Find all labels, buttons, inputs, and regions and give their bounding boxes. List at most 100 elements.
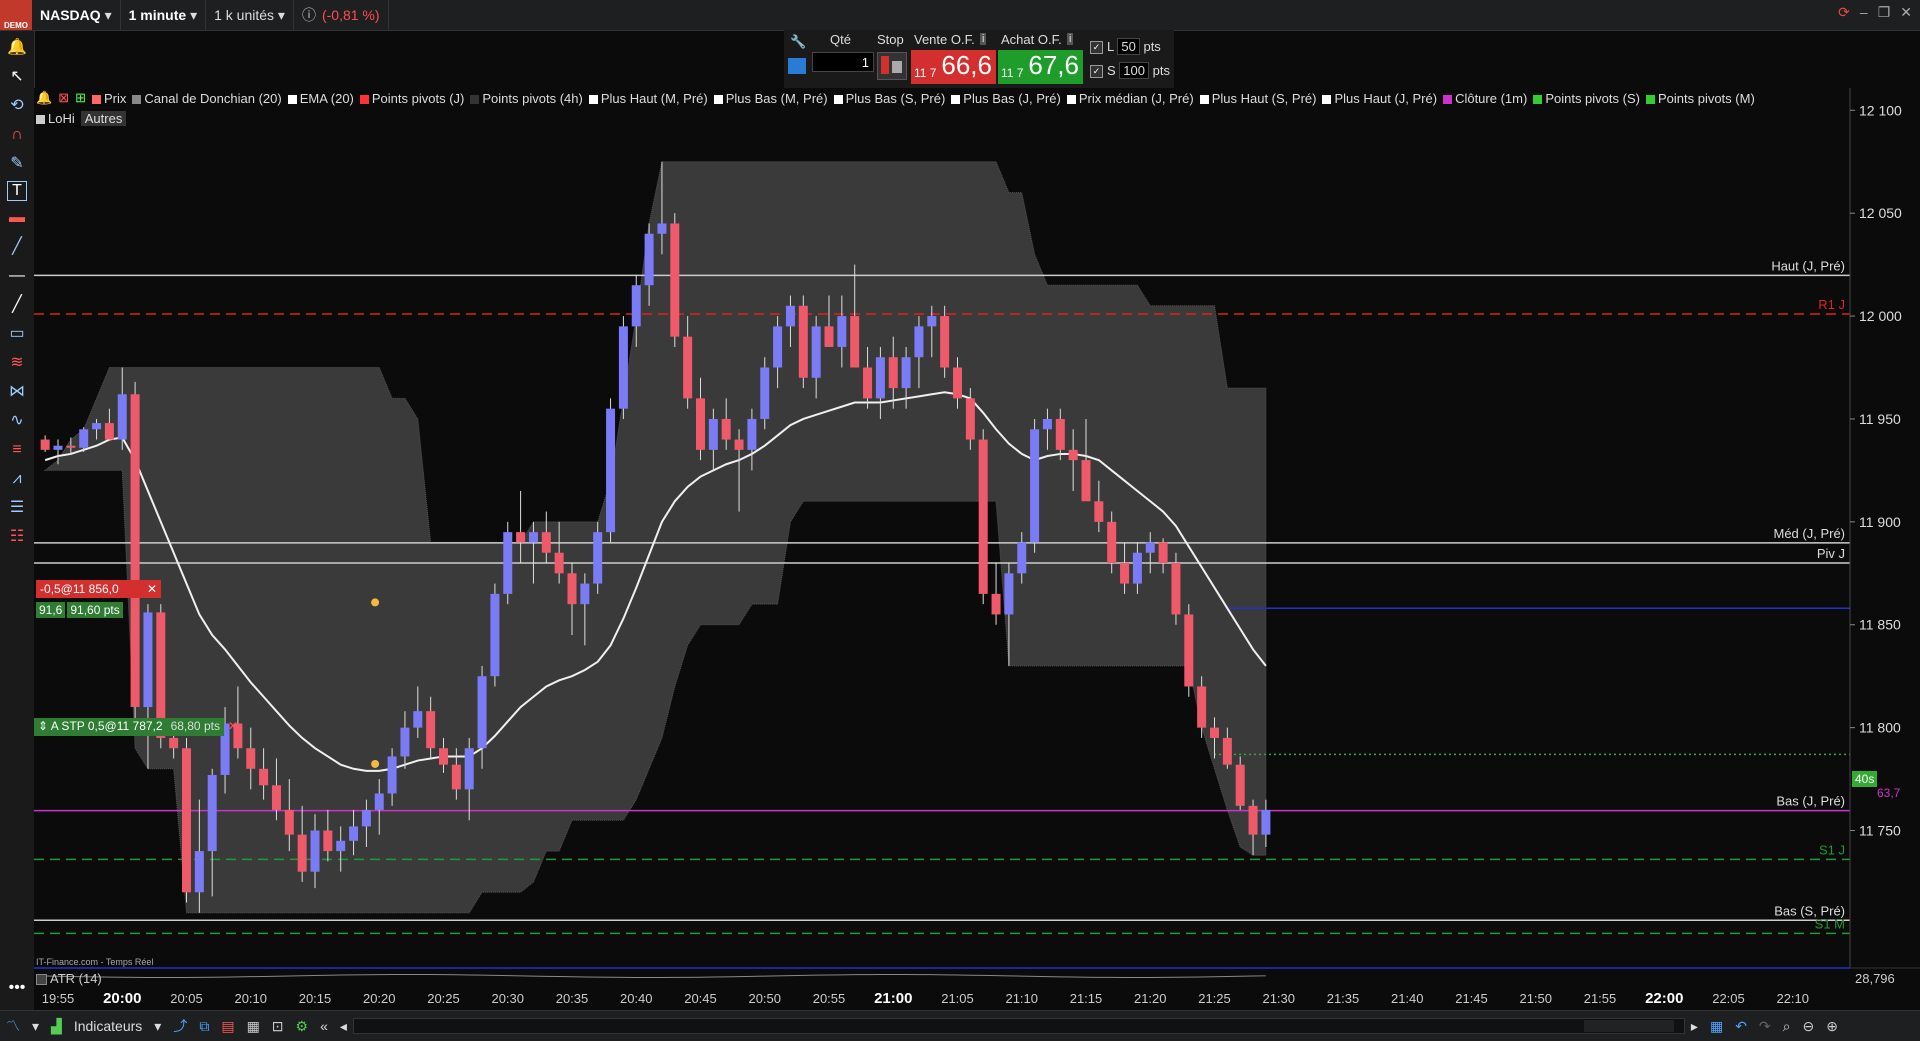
- buy-button[interactable]: 11 7 67,6: [998, 50, 1083, 84]
- zoom-fit-icon[interactable]: ⌕: [1777, 1018, 1797, 1035]
- expand-icon[interactable]: ⊞: [75, 90, 86, 106]
- legend-autres[interactable]: Autres: [80, 110, 127, 126]
- rotate-icon[interactable]: ⟲: [5, 94, 29, 118]
- info-icon[interactable]: ⓘ: [302, 5, 316, 25]
- sync-icon[interactable]: ⟳: [1838, 4, 1850, 21]
- legend-item[interactable]: EMA (20): [287, 91, 354, 106]
- candle-body: [1132, 552, 1142, 584]
- fibonacci-fan-icon[interactable]: ⩘: [5, 467, 29, 491]
- timeframe-selector[interactable]: 1 minute ▾: [121, 0, 207, 30]
- stop-order-icon[interactable]: [877, 52, 907, 80]
- stop-checkbox[interactable]: ✓: [1090, 65, 1103, 79]
- drag-handle-icon[interactable]: ⇕: [38, 719, 48, 733]
- indicators-icon[interactable]: ▟: [45, 1018, 68, 1035]
- minimize-icon[interactable]: –: [1860, 4, 1868, 21]
- candle-body: [1261, 809, 1271, 835]
- sell-info-icon[interactable]: i: [980, 33, 987, 45]
- fibonacci-extension-icon[interactable]: ☷: [5, 525, 29, 549]
- legend-lohi[interactable]: LoHi: [36, 111, 75, 126]
- pattern-icon[interactable]: ⋈: [5, 380, 29, 404]
- calendar-icon[interactable]: ▦: [1704, 1018, 1729, 1035]
- horizontal-line-icon[interactable]: —: [5, 264, 29, 288]
- units-selector[interactable]: 1 k unités ▾: [206, 0, 294, 30]
- template-icon[interactable]: ▦: [241, 1018, 266, 1035]
- indicators-dropdown-icon[interactable]: ▾: [148, 1018, 167, 1035]
- zoom-out-icon[interactable]: ⊖: [1797, 1018, 1821, 1035]
- text-icon[interactable]: T: [7, 181, 27, 201]
- trend-line-icon[interactable]: ╱: [5, 293, 29, 317]
- stop-order-tag[interactable]: ⇕ A STP 0,5@11 787,2 68,80 pts ✕: [34, 718, 242, 736]
- alert-marker[interactable]: [371, 759, 380, 768]
- sell-button[interactable]: 11 7 66,6: [911, 50, 996, 84]
- collapse-icon[interactable]: «: [314, 1018, 334, 1034]
- indicators-button[interactable]: Indicateurs: [68, 1018, 148, 1034]
- alert-marker[interactable]: [371, 598, 380, 607]
- legend-item[interactable]: Points pivots (M): [1645, 91, 1755, 106]
- fibonacci-retracement-icon[interactable]: ☰: [5, 496, 29, 520]
- zoom-in-icon[interactable]: ⊕: [1820, 1018, 1844, 1035]
- candle-body: [1004, 573, 1014, 615]
- stop-loss-input[interactable]: 100: [1119, 62, 1149, 79]
- scrollbar-thumb[interactable]: [1583, 1020, 1674, 1032]
- close-chart-icon[interactable]: ⊠: [58, 90, 69, 106]
- price-axis[interactable]: 12 100 12 050 12 000 11 950 11 900 11 850 11 8…: [1849, 88, 1920, 1010]
- scroll-left-icon[interactable]: ◂: [334, 1018, 353, 1035]
- strategy-icon[interactable]: ⚙: [290, 1018, 315, 1035]
- scroll-right-icon[interactable]: ▸: [1685, 1018, 1704, 1035]
- legend-item[interactable]: Points pivots (J): [359, 91, 464, 106]
- legend-item[interactable]: Points pivots (4h): [470, 91, 583, 106]
- legend-item[interactable]: Plus Haut (S, Pré): [1199, 91, 1316, 106]
- fibonacci-icon[interactable]: ≡: [5, 438, 29, 462]
- legend-item[interactable]: Prix: [92, 91, 126, 106]
- legend-item[interactable]: Plus Haut (J, Pré): [1322, 91, 1437, 106]
- price-tick-label: 12 100: [1859, 102, 1902, 118]
- horizontal-scrollbar[interactable]: [352, 1018, 1685, 1034]
- legend-item[interactable]: Clôture (1m): [1443, 91, 1527, 106]
- ruler-icon[interactable]: ▬: [5, 206, 29, 230]
- share-icon[interactable]: ⤴: [167, 1016, 193, 1036]
- sell-order-label: -0,5@11 856,0 ✕: [36, 580, 161, 598]
- line-segment-icon[interactable]: ╱: [5, 235, 29, 259]
- magnet-icon[interactable]: ∩: [5, 123, 29, 147]
- wave-icon[interactable]: ∿: [5, 409, 29, 433]
- more-tools-icon[interactable]: •••: [5, 976, 29, 1000]
- copy-icon[interactable]: ⧉: [193, 1018, 215, 1035]
- undo-icon[interactable]: ↶: [1729, 1018, 1753, 1035]
- legend-item[interactable]: Plus Haut (M, Pré): [588, 91, 708, 106]
- wrench-icon[interactable]: 🔧: [790, 34, 806, 50]
- channel-icon[interactable]: ≋: [5, 351, 29, 375]
- qty-input[interactable]: 1: [812, 52, 874, 72]
- atr-value: 28,796: [1855, 971, 1895, 986]
- legend-item[interactable]: Plus Bas (M, Pré): [713, 91, 828, 106]
- save-icon[interactable]: ▤: [215, 1018, 240, 1035]
- close-icon[interactable]: ✕: [1900, 4, 1912, 21]
- window-icon[interactable]: ⊡: [266, 1018, 290, 1035]
- restore-icon[interactable]: ❐: [1878, 4, 1891, 21]
- legend-item[interactable]: Plus Bas (J, Pré): [951, 91, 1061, 106]
- stop-label: Stop: [877, 32, 904, 47]
- redo-icon[interactable]: ↷: [1753, 1018, 1777, 1035]
- sell-order-tag[interactable]: -0,5@11 856,0 ✕ 91,6 91,60 pts: [36, 580, 161, 618]
- legend-item[interactable]: Plus Bas (S, Pré): [833, 91, 945, 106]
- limit-input[interactable]: 50: [1117, 38, 1140, 55]
- instrument-selector[interactable]: NASDAQ ▾: [32, 0, 121, 30]
- atr-label[interactable]: ATR (14): [36, 971, 102, 986]
- chart-style-dropdown-icon[interactable]: ▾: [26, 1018, 45, 1035]
- legend-item[interactable]: Points pivots (S): [1533, 91, 1640, 106]
- close-order-icon[interactable]: ✕: [147, 581, 157, 597]
- calculator-icon[interactable]: [788, 58, 806, 74]
- limit-checkbox[interactable]: ✓: [1090, 41, 1103, 55]
- rectangle-icon[interactable]: ▭: [5, 322, 29, 346]
- buy-info-icon[interactable]: i: [1067, 33, 1074, 45]
- candle-body: [1145, 542, 1155, 553]
- cursor-icon[interactable]: ↖: [5, 65, 29, 89]
- legend-item[interactable]: Prix médian (J, Pré): [1066, 91, 1194, 106]
- bell-icon[interactable]: 🔔: [5, 36, 29, 60]
- legend-item[interactable]: Canal de Donchian (20): [132, 91, 282, 106]
- close-stop-icon[interactable]: ✕: [224, 718, 242, 736]
- price-chart[interactable]: Haut (J, Pré)12 019,8R1 JMéd (J, Pré)11 …: [34, 88, 1920, 1010]
- alert-icon[interactable]: 🔔: [36, 90, 52, 106]
- chart-style-icon[interactable]: 〽: [0, 1016, 26, 1036]
- horizontal-line-label: R1 J: [1818, 297, 1845, 312]
- brush-icon[interactable]: ✎: [5, 152, 29, 176]
